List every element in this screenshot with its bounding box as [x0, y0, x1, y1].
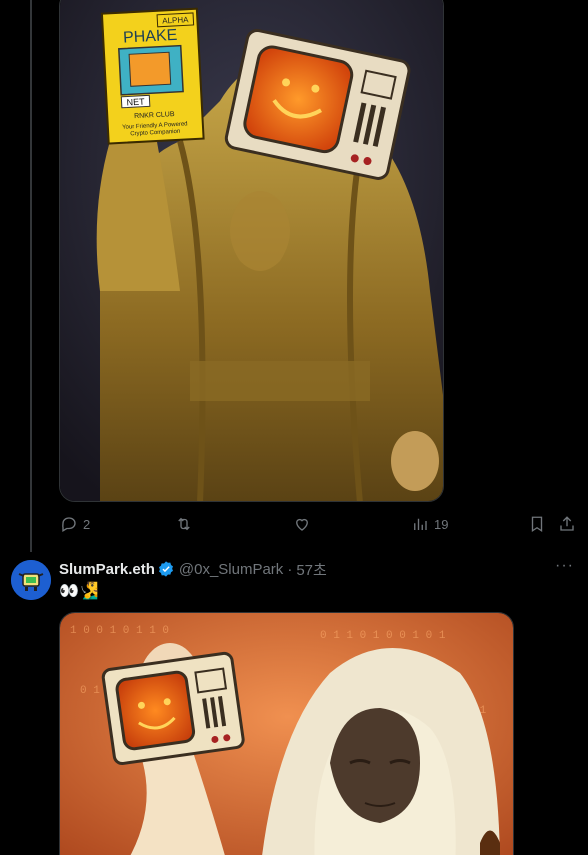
tweet-image-robed-figure-tv-head[interactable]: ALPHA PHAKE NET RNKR CLUB Your Friendly …	[59, 0, 444, 502]
like-button[interactable]	[293, 513, 316, 535]
media-illustration-2: 1 0 0 1 0 1 1 0 0 1 1 0 1 0 0 1 0 1 1 1 …	[60, 613, 513, 855]
svg-text:0 1 1 0 1 0 0 1 0 1: 0 1 1 0 1 0 0 1 0 1	[320, 630, 446, 642]
user-handle[interactable]: @0x_SlumPark	[179, 561, 283, 578]
tweet-header: SlumPark.eth @0x_SlumPark · 57초	[59, 559, 588, 579]
separator-dot: ·	[287, 560, 293, 578]
tweet-text: 👀🧏‍♂️	[59, 583, 99, 600]
views-button[interactable]: 19	[411, 513, 448, 535]
retweet-button[interactable]	[175, 513, 198, 535]
avatar-image	[11, 560, 51, 600]
card-net-label: NET	[126, 97, 145, 108]
share-button[interactable]	[558, 513, 576, 535]
display-name[interactable]: SlumPark.eth	[59, 561, 155, 578]
thread-connector-line	[30, 0, 32, 552]
reply-icon	[62, 517, 76, 532]
tweet-image-hooded-figure-tv[interactable]: 1 0 0 1 0 1 1 0 0 1 1 0 1 0 0 1 0 1 1 1 …	[59, 612, 514, 855]
svg-text:1 0 0 1 0 1 1 0: 1 0 0 1 0 1 1 0	[70, 625, 169, 637]
view-count: 19	[434, 516, 449, 532]
share-icon	[560, 516, 574, 531]
bookmark-icon	[531, 516, 543, 533]
card-alpha-label: ALPHA	[162, 15, 189, 25]
svg-text:0 1: 0 1	[80, 685, 100, 697]
reply-button[interactable]: 2	[60, 513, 90, 535]
card-title: PHAKE	[123, 27, 178, 47]
bookmark-button[interactable]	[528, 513, 546, 535]
verified-badge-icon	[158, 561, 173, 577]
analytics-icon	[414, 518, 427, 530]
avatar[interactable]	[11, 560, 51, 600]
heart-icon	[296, 518, 308, 531]
timestamp[interactable]: 57초	[296, 559, 327, 580]
media-illustration: ALPHA PHAKE NET RNKR CLUB Your Friendly …	[60, 0, 443, 501]
tweet-action-bar: 2 19	[0, 513, 588, 537]
reply-count: 2	[83, 516, 91, 532]
more-options-button[interactable]: ···	[555, 557, 574, 575]
retweet-icon	[178, 517, 190, 531]
